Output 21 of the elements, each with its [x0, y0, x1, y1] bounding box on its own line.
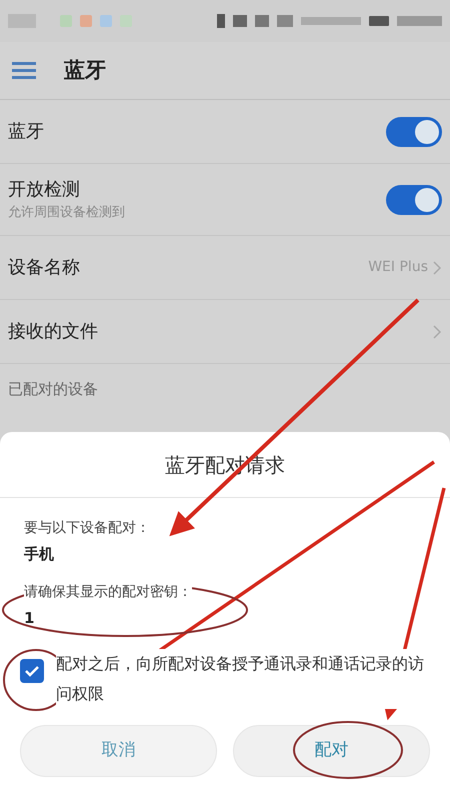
chevron-right-icon	[432, 324, 442, 340]
section-header: 已配对的设备	[8, 378, 98, 400]
pair-prompt: 要与以下设备配对：	[24, 519, 151, 538]
setting-description: 允许周围设备检测到	[8, 204, 126, 222]
toggle-switch[interactable]	[386, 184, 442, 214]
menu-icon[interactable]	[12, 62, 36, 80]
setting-label: 开放检测	[8, 178, 81, 202]
checkbox-label: 配对之后，向所配对设备授予通讯录和通话记录的访问权限	[56, 649, 426, 709]
pair-button[interactable]: 配对	[233, 725, 430, 777]
chevron-right-icon	[432, 260, 442, 276]
cancel-button[interactable]: 取消	[20, 725, 217, 777]
setting-label: 蓝牙	[8, 120, 45, 144]
checkbox[interactable]	[20, 659, 44, 683]
device-name: 手机	[24, 544, 55, 565]
passkey: 1	[24, 608, 36, 628]
check-icon	[24, 665, 40, 677]
page-title: 蓝牙	[64, 56, 106, 84]
setting-label: 设备名称	[8, 256, 81, 280]
setting-value: WEI Plus	[368, 258, 428, 277]
toggle-switch[interactable]	[386, 116, 442, 146]
setting-label: 接收的文件	[8, 320, 99, 344]
